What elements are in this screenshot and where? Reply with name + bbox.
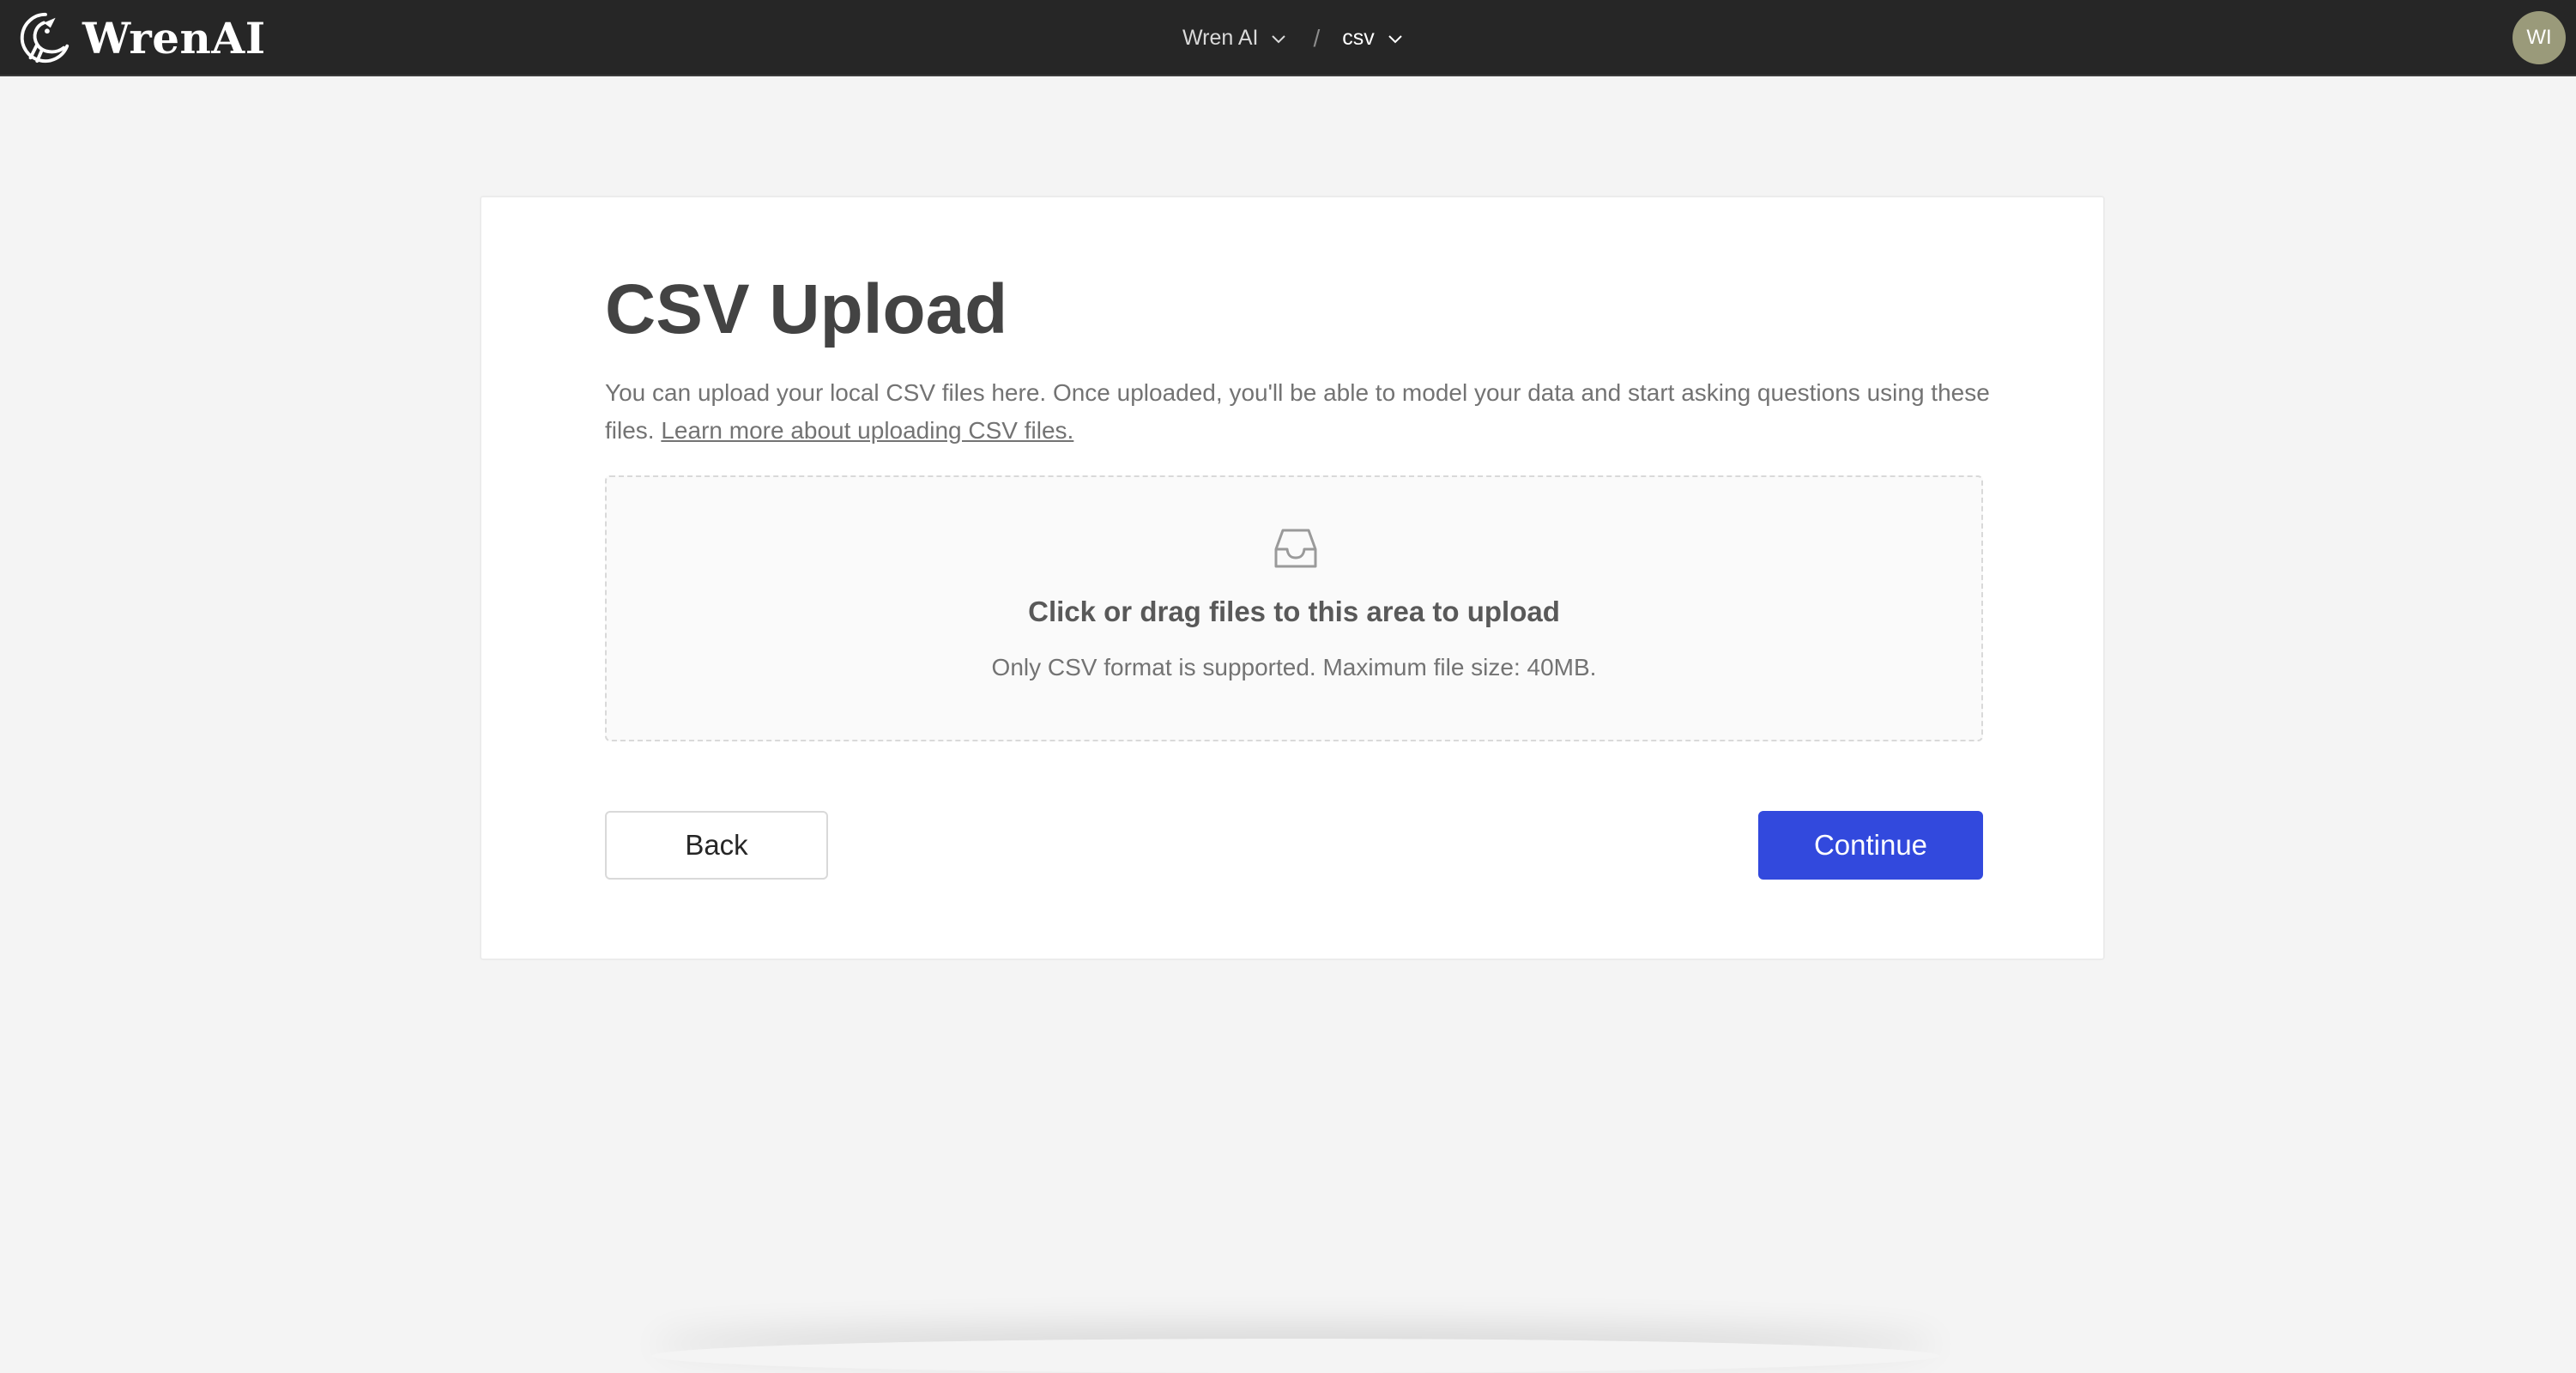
file-upload-dropzone[interactable]: Click or drag files to this area to uplo… (605, 475, 1983, 741)
dropzone-hint: Only CSV format is supported. Maximum fi… (991, 654, 1597, 680)
chevron-down-icon (1388, 34, 1402, 43)
brand-name: WrenAI (82, 12, 266, 64)
breadcrumb-datasource-label: csv (1342, 26, 1375, 50)
back-button[interactable]: Back (605, 811, 828, 880)
inbox-icon (1274, 529, 1317, 568)
page-description: You can upload your local CSV files here… (605, 374, 1995, 450)
dropzone-text: Click or drag files to this area to uplo… (1028, 596, 1560, 627)
page-title: CSV Upload (605, 270, 1008, 348)
top-nav-bar: WrenAI Wren AI / csv WI (0, 0, 2576, 76)
breadcrumb-separator: / (1313, 24, 1321, 51)
breadcrumb-project-selector[interactable]: Wren AI (1182, 26, 1287, 51)
csv-upload-card: CSV Upload You can upload your local CSV… (480, 196, 2105, 960)
breadcrumb-project-label: Wren AI (1182, 26, 1259, 50)
breadcrumb: Wren AI / csv (1182, 0, 1404, 76)
wren-bird-icon (20, 12, 70, 64)
breadcrumb-datasource-selector[interactable]: csv (1342, 26, 1404, 51)
learn-more-link[interactable]: Learn more about uploading CSV files. (661, 417, 1073, 444)
bottom-shadow-decoration (652, 1339, 1939, 1373)
brand-logo[interactable]: WrenAI (19, 10, 266, 65)
user-avatar[interactable]: WI (2513, 11, 2566, 64)
continue-button[interactable]: Continue (1758, 811, 1983, 880)
chevron-down-icon (1272, 34, 1286, 43)
